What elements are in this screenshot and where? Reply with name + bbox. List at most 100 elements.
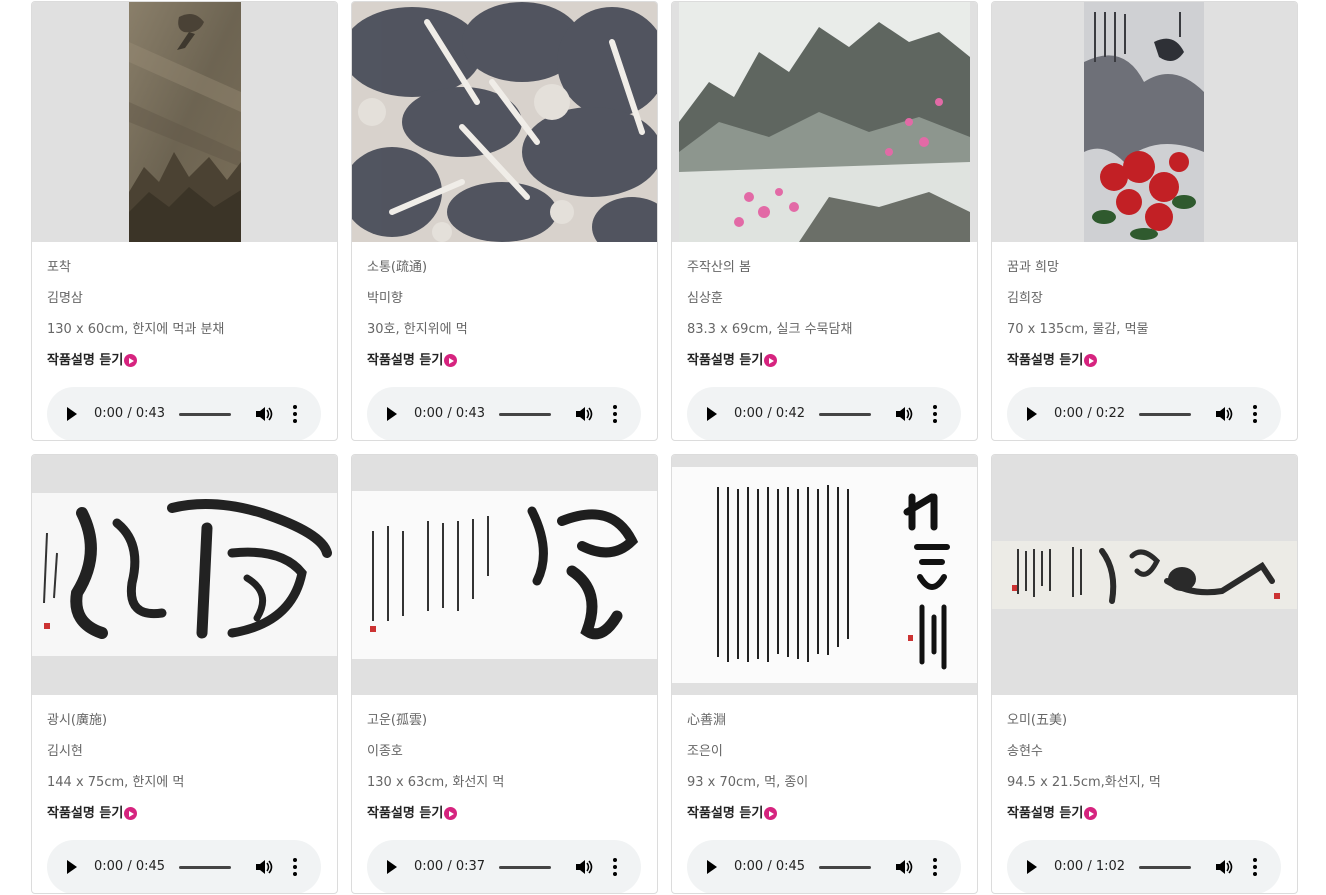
audio-progress-slider[interactable]: [179, 866, 231, 869]
volume-icon[interactable]: [575, 859, 593, 875]
more-options-icon[interactable]: [613, 858, 617, 876]
artist-name: 김희장: [1007, 291, 1043, 306]
artist-name: 심상훈: [687, 291, 723, 306]
audio-progress-slider[interactable]: [499, 413, 551, 416]
artwork-image[interactable]: [672, 2, 977, 242]
audio-progress-slider[interactable]: [1139, 866, 1191, 869]
volume-icon[interactable]: [1215, 859, 1233, 875]
audio-player[interactable]: 0:00 / 1:02: [1007, 840, 1281, 893]
play-icon[interactable]: [1027, 860, 1037, 874]
audio-player[interactable]: 0:00 / 0:22: [1007, 387, 1281, 440]
artwork-spec: 144 x 75cm, 한지에 먹: [47, 775, 185, 790]
artwork-grid: 포착 김명삼 130 x 60cm, 한지에 먹과 분채 작품설명 듣기 0:0…: [31, 1, 1298, 894]
artwork-card: 소통(疏通) 박미향 30호, 한지위에 먹 작품설명 듣기 0:00 / 0:…: [351, 1, 658, 441]
artist-name: 박미향: [367, 291, 403, 306]
audio-time: 0:00 / 0:45: [94, 859, 166, 874]
artwork-card: 오미(五美) 송현수 94.5 x 21.5cm,화선지, 먹 작품설명 듣기 …: [991, 454, 1298, 894]
artwork-image[interactable]: [992, 2, 1297, 242]
artwork-spec: 94.5 x 21.5cm,화선지, 먹: [1007, 775, 1161, 790]
audio-time: 0:00 / 0:43: [94, 406, 166, 421]
artist-name: 김명삼: [47, 291, 83, 306]
audio-time: 0:00 / 0:37: [414, 859, 486, 874]
artwork-card: 포착 김명삼 130 x 60cm, 한지에 먹과 분채 작품설명 듣기 0:0…: [31, 1, 338, 441]
volume-icon[interactable]: [895, 859, 913, 875]
audio-progress-slider[interactable]: [1139, 413, 1191, 416]
artwork-card: 心善淵 조은이 93 x 70cm, 먹, 종이 작품설명 듣기 0:00 / …: [671, 454, 978, 894]
artwork-card: 꿈과 희망 김희장 70 x 135cm, 물감, 먹물 작품설명 듣기 0:0…: [991, 1, 1298, 441]
artwork-spec: 130 x 63cm, 화선지 먹: [367, 775, 505, 790]
audio-time: 0:00 / 1:02: [1054, 859, 1126, 874]
play-circle-icon: [124, 807, 138, 820]
more-options-icon[interactable]: [293, 858, 297, 876]
play-icon[interactable]: [67, 860, 77, 874]
artwork-card: 광시(廣施) 김시현 144 x 75cm, 한지에 먹 작품설명 듣기 0:0…: [31, 454, 338, 894]
artwork-card: 주작산의 봄 심상훈 83.3 x 69cm, 실크 수묵담채 작품설명 듣기 …: [671, 1, 978, 441]
audio-time: 0:00 / 0:22: [1054, 406, 1126, 421]
artwork-image[interactable]: [992, 455, 1297, 695]
play-icon[interactable]: [67, 407, 77, 421]
artwork-title: 꿈과 희망: [1007, 260, 1059, 275]
volume-icon[interactable]: [575, 406, 593, 422]
volume-icon[interactable]: [1215, 406, 1233, 422]
more-options-icon[interactable]: [613, 405, 617, 423]
play-circle-icon: [444, 807, 458, 820]
play-icon[interactable]: [387, 407, 397, 421]
play-icon[interactable]: [387, 860, 397, 874]
audio-player[interactable]: 0:00 / 0:45: [687, 840, 961, 893]
artwork-image[interactable]: [32, 2, 337, 242]
artist-name: 이종호: [367, 744, 403, 759]
artwork-spec: 130 x 60cm, 한지에 먹과 분채: [47, 322, 225, 337]
artwork-title: 포착: [47, 260, 71, 275]
artwork-image[interactable]: [352, 455, 657, 695]
play-circle-icon: [444, 354, 458, 367]
more-options-icon[interactable]: [1253, 405, 1257, 423]
artist-name: 조은이: [687, 744, 723, 759]
artwork-spec: 93 x 70cm, 먹, 종이: [687, 775, 809, 790]
artwork-spec: 83.3 x 69cm, 실크 수묵담채: [687, 322, 853, 337]
artwork-title: 소통(疏通): [367, 260, 428, 275]
play-circle-icon: [124, 354, 138, 367]
artwork-title: 주작산의 봄: [687, 260, 751, 275]
more-options-icon[interactable]: [1253, 858, 1257, 876]
audio-progress-slider[interactable]: [499, 866, 551, 869]
volume-icon[interactable]: [255, 859, 273, 875]
artwork-title: 오미(五美): [1007, 713, 1068, 728]
artwork-image[interactable]: [672, 455, 977, 695]
artwork-image[interactable]: [352, 2, 657, 242]
listen-description-label: 작품설명 듣기: [687, 798, 977, 829]
audio-progress-slider[interactable]: [179, 413, 231, 416]
more-options-icon[interactable]: [933, 405, 937, 423]
artwork-card: 고운(孤雲) 이종호 130 x 63cm, 화선지 먹 작품설명 듣기 0:0…: [351, 454, 658, 894]
listen-description-label: 작품설명 듣기: [367, 345, 657, 376]
audio-player[interactable]: 0:00 / 0:43: [47, 387, 321, 440]
artist-name: 김시현: [47, 744, 83, 759]
listen-description-label: 작품설명 듣기: [1007, 798, 1297, 829]
listen-description-label: 작품설명 듣기: [687, 345, 977, 376]
more-options-icon[interactable]: [293, 405, 297, 423]
audio-player[interactable]: 0:00 / 0:43: [367, 387, 641, 440]
listen-description-label: 작품설명 듣기: [47, 345, 337, 376]
play-icon[interactable]: [707, 407, 717, 421]
audio-player[interactable]: 0:00 / 0:37: [367, 840, 641, 893]
play-circle-icon: [1084, 354, 1098, 367]
artwork-title: 心善淵: [687, 713, 727, 728]
audio-time: 0:00 / 0:43: [414, 406, 486, 421]
audio-progress-slider[interactable]: [819, 866, 871, 869]
more-options-icon[interactable]: [933, 858, 937, 876]
artwork-title: 광시(廣施): [47, 713, 108, 728]
play-circle-icon: [764, 807, 778, 820]
play-icon[interactable]: [1027, 407, 1037, 421]
artist-name: 송현수: [1007, 744, 1043, 759]
volume-icon[interactable]: [255, 406, 273, 422]
volume-icon[interactable]: [895, 406, 913, 422]
audio-time: 0:00 / 0:45: [734, 859, 806, 874]
listen-description-label: 작품설명 듣기: [367, 798, 657, 829]
artwork-image[interactable]: [32, 455, 337, 695]
artwork-spec: 70 x 135cm, 물감, 먹물: [1007, 322, 1149, 337]
play-circle-icon: [764, 354, 778, 367]
listen-description-label: 작품설명 듣기: [47, 798, 337, 829]
audio-player[interactable]: 0:00 / 0:45: [47, 840, 321, 893]
audio-player[interactable]: 0:00 / 0:42: [687, 387, 961, 440]
play-icon[interactable]: [707, 860, 717, 874]
audio-progress-slider[interactable]: [819, 413, 871, 416]
